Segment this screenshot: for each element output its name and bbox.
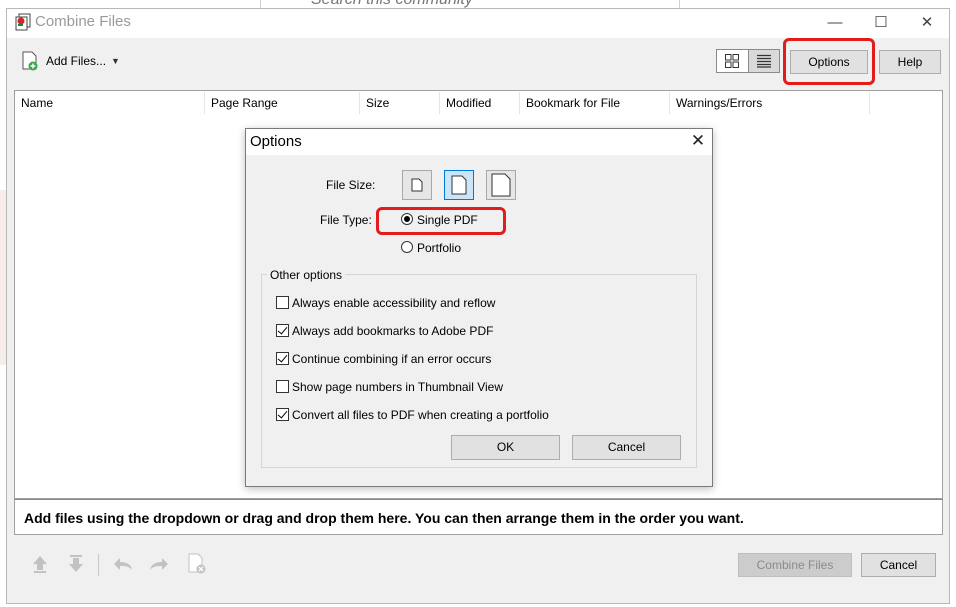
remove-file-icon: [188, 553, 206, 574]
file-size-small-button[interactable]: [402, 170, 432, 200]
small-page-icon: [411, 178, 423, 192]
bookmarks-checkbox[interactable]: [276, 324, 289, 337]
minimize-button[interactable]: —: [812, 10, 858, 36]
file-size-default-button[interactable]: [444, 170, 474, 200]
move-up-button[interactable]: [29, 553, 51, 575]
file-size-label: File Size:: [326, 178, 376, 192]
view-mode-toggle: [716, 49, 780, 73]
window-title: Combine Files: [35, 13, 131, 30]
thumbnail-view-button[interactable]: [717, 50, 748, 72]
column-header-warnings[interactable]: Warnings/Errors: [670, 92, 870, 114]
dialog-cancel-button[interactable]: Cancel: [572, 435, 681, 460]
portfolio-label[interactable]: Portfolio: [417, 241, 461, 255]
instructions-text: Add files using the dropdown or drag and…: [14, 499, 943, 535]
column-header-name[interactable]: Name: [15, 92, 205, 114]
move-down-icon: [69, 555, 83, 572]
page-numbers-checkbox-label[interactable]: Show page numbers in Thumbnail View: [292, 380, 503, 394]
file-type-label: File Type:: [320, 213, 372, 227]
add-files-dropdown[interactable]: Add Files... ▼: [20, 50, 120, 72]
options-highlight: [783, 38, 875, 85]
column-header-modified[interactable]: Modified: [440, 92, 520, 114]
close-button[interactable]: ✕: [904, 10, 950, 36]
default-page-icon: [451, 175, 467, 195]
other-options-label: Other options: [267, 268, 346, 282]
accessibility-checkbox[interactable]: [276, 296, 289, 309]
thumbnail-view-icon: [725, 54, 740, 68]
redo-button[interactable]: [148, 553, 170, 575]
move-down-button[interactable]: [65, 553, 87, 575]
cancel-button[interactable]: Cancel: [861, 553, 936, 577]
continue-on-error-checkbox-label[interactable]: Continue combining if an error occurs: [292, 352, 491, 366]
convert-files-checkbox-label[interactable]: Convert all files to PDF when creating a…: [292, 408, 549, 422]
file-size-large-button[interactable]: [486, 170, 516, 200]
title-bar: [7, 9, 949, 38]
close-icon: ✕: [690, 131, 706, 150]
help-button[interactable]: Help: [879, 50, 941, 74]
column-header-bookmark[interactable]: Bookmark for File: [520, 92, 670, 114]
close-icon: ✕: [920, 14, 934, 31]
continue-on-error-checkbox[interactable]: [276, 352, 289, 365]
single-pdf-highlight: [376, 207, 506, 235]
list-view-button[interactable]: [747, 50, 779, 72]
minimize-icon: —: [827, 14, 843, 31]
combine-files-button[interactable]: Combine Files: [738, 553, 852, 577]
dialog-close-button[interactable]: ✕: [688, 131, 708, 151]
add-file-icon: [22, 51, 38, 71]
page-numbers-checkbox[interactable]: [276, 380, 289, 393]
list-view-icon: [756, 54, 771, 68]
acrobat-combine-icon: [15, 13, 31, 31]
column-header-size[interactable]: Size: [360, 92, 440, 114]
dialog-title: Options: [250, 133, 302, 150]
chevron-down-icon: ▼: [111, 56, 120, 66]
maximize-icon: ☐: [874, 14, 888, 31]
accessibility-checkbox-label[interactable]: Always enable accessibility and reflow: [292, 296, 495, 310]
ok-button[interactable]: OK: [451, 435, 560, 460]
footer-separator: [98, 554, 99, 576]
add-files-label: Add Files...: [46, 54, 107, 68]
maximize-button[interactable]: ☐: [858, 10, 904, 36]
large-page-icon: [491, 173, 511, 197]
undo-button[interactable]: [112, 553, 134, 575]
dialog-title-bar: [246, 129, 712, 155]
undo-icon: [114, 558, 132, 570]
redo-icon: [150, 558, 168, 570]
portfolio-radio[interactable]: [401, 241, 413, 253]
bookmarks-checkbox-label[interactable]: Always add bookmarks to Adobe PDF: [292, 324, 493, 338]
convert-files-checkbox[interactable]: [276, 408, 289, 421]
remove-file-button[interactable]: [186, 553, 208, 575]
column-header-page-range[interactable]: Page Range: [205, 92, 360, 114]
move-up-icon: [33, 556, 47, 573]
